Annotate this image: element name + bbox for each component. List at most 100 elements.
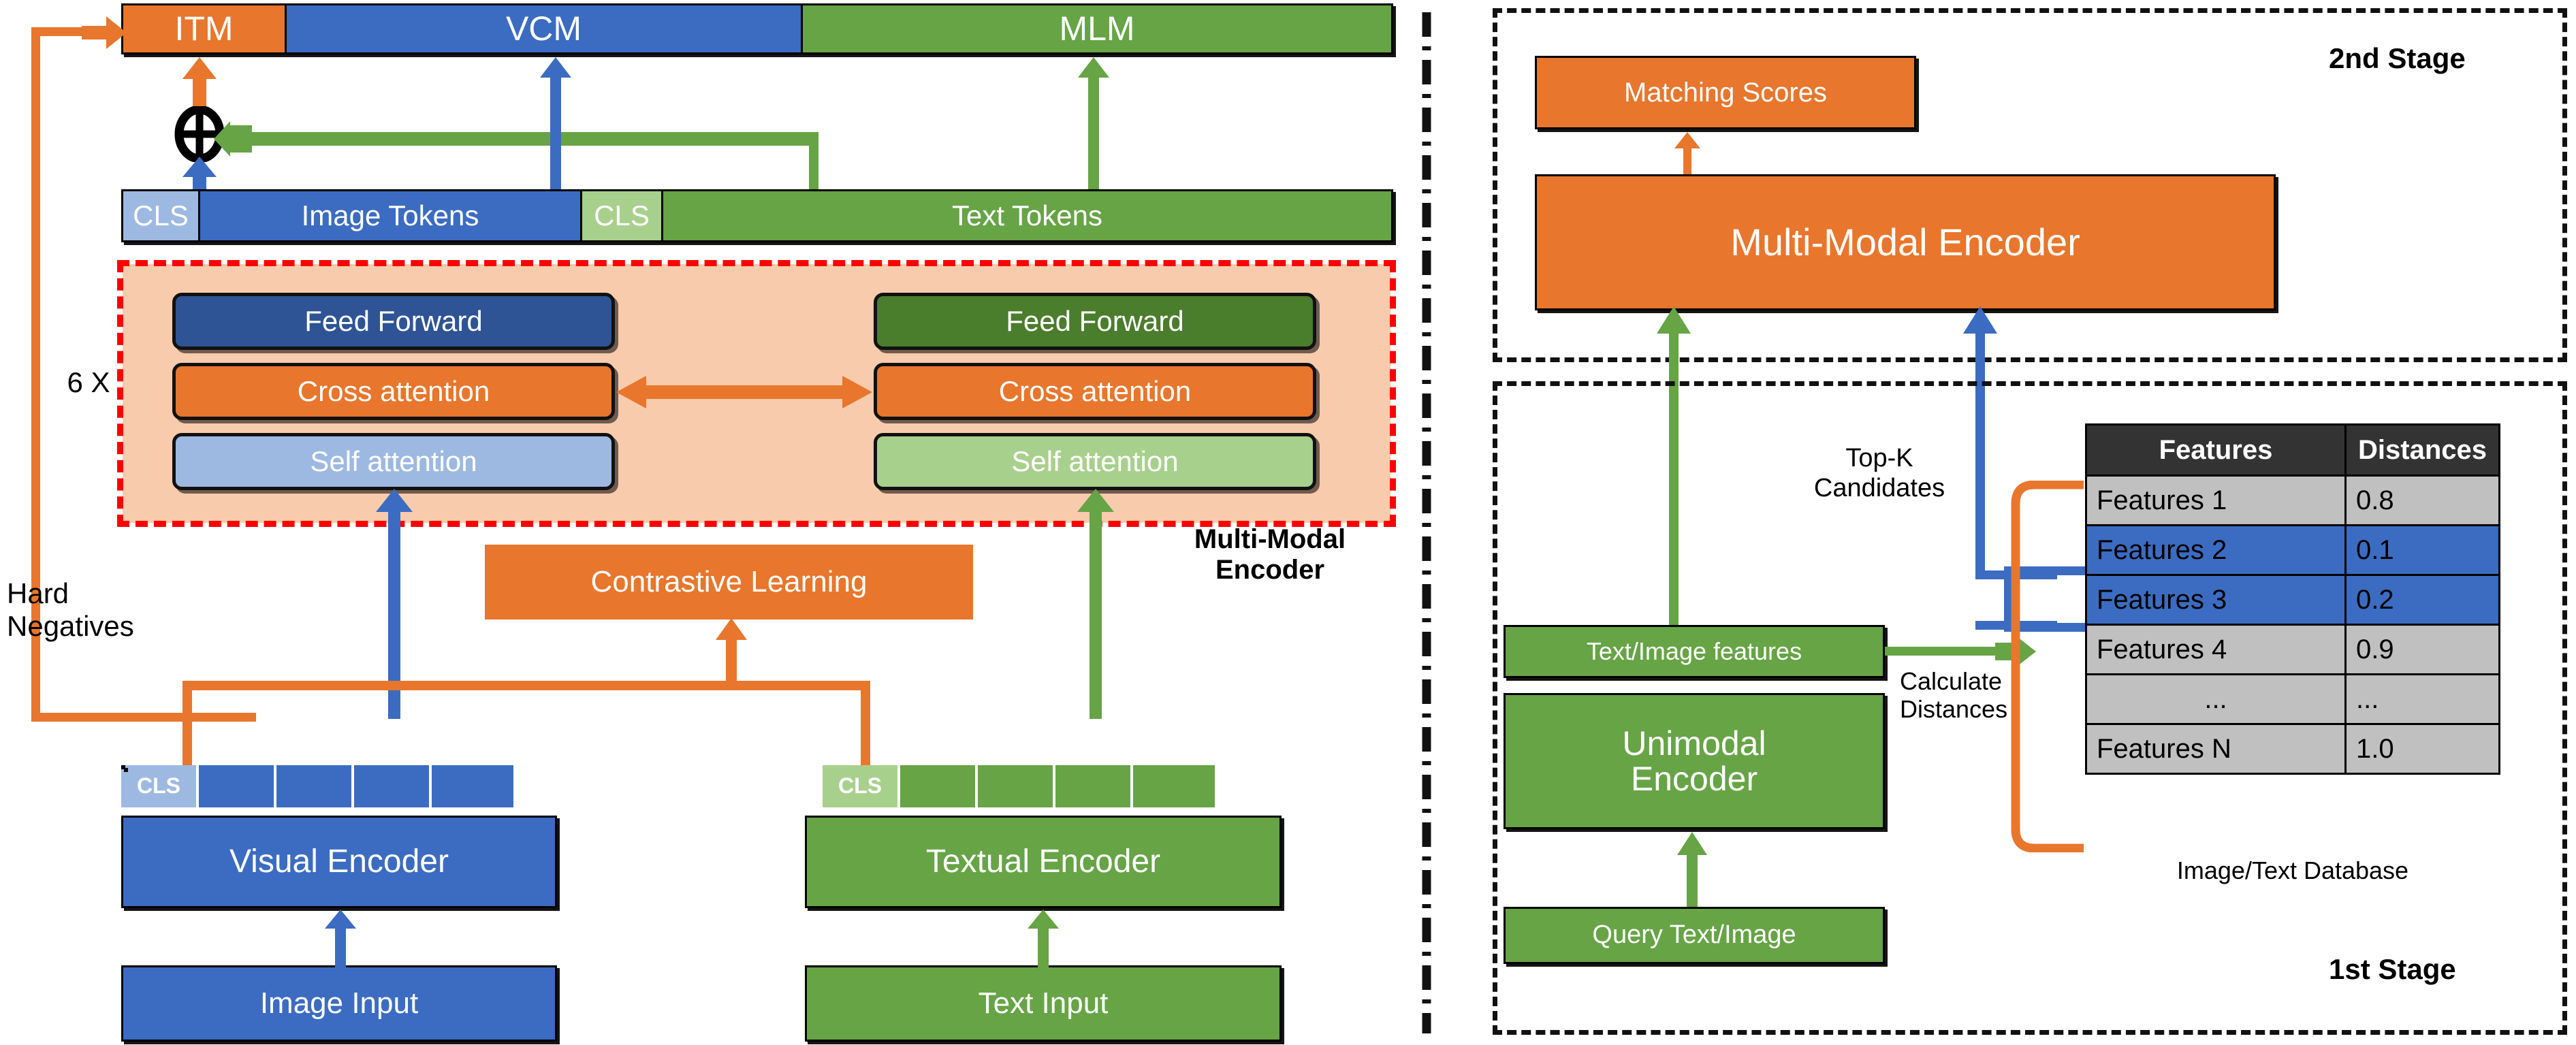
textual-encoder-label: Textual Encoder: [925, 843, 1161, 880]
arrow-into-itm: [82, 16, 127, 49]
matching-scores-label: Matching Scores: [1624, 78, 1827, 108]
stage1-label: 1st Stage: [2329, 953, 2456, 985]
textual-encoder[interactable]: Textual Encoder: [805, 816, 1282, 908]
table-body: Features 1 0.8 Features 2 0.1 Features 3…: [2085, 475, 2500, 775]
database-loop-bracket: [2011, 481, 2084, 852]
table-cell-feature: Features N: [2085, 723, 2347, 775]
token-text-cls[interactable]: CLS: [582, 191, 663, 240]
stage2-multimodal-encoder-label: Multi-Modal Encoder: [1730, 220, 2080, 263]
image-self-attention[interactable]: Self attention: [172, 433, 615, 490]
table-cell-distance: 0.1: [2344, 524, 2500, 576]
objectives-row: ITM VCM MLM: [121, 3, 1393, 54]
text-cross-attention[interactable]: Cross attention: [874, 363, 1316, 420]
text-feed-forward-label: Feed Forward: [1006, 304, 1184, 337]
arrow-query-to-unimodal: [1677, 832, 1707, 910]
objective-mlm-label: MLM: [1059, 10, 1135, 48]
text-token-cells: CLS: [823, 765, 1215, 807]
objective-itm-label: ITM: [174, 10, 234, 48]
text-self-attention[interactable]: Self attention: [874, 433, 1316, 490]
visual-encoder-box[interactable]: [121, 765, 125, 769]
arrow-encoder-to-matching-scores: [1674, 132, 1700, 176]
database-caption: Image/Text Database: [2176, 856, 2409, 884]
text-token-cell: [978, 765, 1053, 807]
text-image-features[interactable]: Text/Image features: [1504, 625, 1885, 678]
table-cell-distance: ...: [2344, 673, 2500, 725]
table-header-distances: Distances: [2344, 423, 2500, 477]
arrow-contrastive-up: [716, 618, 747, 688]
matching-scores[interactable]: Matching Scores: [1535, 56, 1916, 129]
table-header-features: Features: [2085, 423, 2347, 477]
unimodal-encoder-label: Unimodal Encoder: [1622, 724, 1766, 798]
image-cross-attention[interactable]: Cross attention: [172, 363, 615, 420]
unimodal-encoder[interactable]: Unimodal Encoder: [1504, 693, 1885, 829]
visual-token-cells: CLS: [121, 765, 513, 807]
calc-distance-line: [1885, 647, 2002, 656]
arrow-image-input-to-encoder: [325, 910, 356, 968]
multimodal-encoder-caption: Multi-Modal Encoder: [1194, 524, 1346, 585]
token-image-cls-label: CLS: [133, 199, 189, 231]
token-text-cls-label: CLS: [594, 199, 650, 231]
text-token-cell: [900, 765, 975, 807]
token-text-tokens[interactable]: Text Tokens: [663, 191, 1391, 240]
objective-vcm-label: VCM: [505, 10, 582, 48]
objective-itm[interactable]: ITM: [123, 5, 287, 52]
table-cell-feature: Features 1: [2085, 475, 2347, 526]
table-row[interactable]: Features 2 0.1: [2085, 524, 2500, 576]
objective-vcm[interactable]: VCM: [287, 5, 803, 52]
arrow-textual-to-self-attention: [1077, 489, 1114, 719]
text-cross-attention-label: Cross attention: [998, 374, 1192, 407]
text-cls-label: CLS: [838, 773, 882, 799]
image-input[interactable]: Image Input: [121, 965, 557, 1042]
visual-token-cell: [432, 765, 513, 807]
arrow-text-input-to-encoder: [1028, 910, 1059, 968]
stage2-multimodal-encoder[interactable]: Multi-Modal Encoder: [1535, 174, 2276, 310]
image-cross-attention-label: Cross attention: [297, 374, 490, 407]
visual-encoder-label: Visual Encoder: [229, 843, 449, 880]
image-self-attention-label: Self attention: [310, 445, 477, 477]
query-text-image[interactable]: Query Text/Image: [1504, 907, 1885, 964]
visual-token-cell: [199, 765, 274, 807]
table-row[interactable]: Features 1 0.8: [2085, 475, 2500, 526]
table-cell-feature: Features 3: [2085, 574, 2347, 626]
contrastive-feed-right-stub: [861, 681, 870, 769]
feature-table-wrapper: Features Distances Features 1 0.8 Featur…: [2085, 423, 2500, 775]
visual-cls-label: CLS: [137, 773, 180, 799]
green-feed-horizontal: [236, 132, 818, 146]
hard-negatives-label: Hard Negatives: [7, 577, 134, 643]
table-cell-feature: ...: [2085, 673, 2347, 725]
table-row[interactable]: Features 3 0.2: [2085, 574, 2500, 626]
diagram-root: ITM VCM MLM CLS Image Tokens CLS Text To…: [0, 0, 2576, 1045]
text-input[interactable]: Text Input: [805, 965, 1282, 1042]
visual-token-cell: [276, 765, 351, 807]
image-feed-forward[interactable]: Feed Forward: [172, 293, 615, 350]
token-image-tokens[interactable]: Image Tokens: [200, 191, 582, 240]
table-row[interactable]: Features 4 0.9: [2085, 624, 2500, 675]
table-cell-distance: 0.8: [2344, 475, 2500, 526]
contrastive-feed-horizontal: [182, 681, 870, 690]
contrastive-learning-label: Contrastive Learning: [590, 564, 868, 598]
table-row[interactable]: Features N 1.0: [2085, 723, 2500, 775]
token-text-tokens-label: Text Tokens: [951, 199, 1102, 231]
text-feed-forward[interactable]: Feed Forward: [874, 293, 1316, 350]
visual-encoder[interactable]: Visual Encoder: [121, 816, 557, 908]
contrastive-learning-box[interactable]: Contrastive Learning: [485, 545, 973, 620]
stage2-label: 2nd Stage: [2329, 42, 2466, 74]
text-token-cell: [1133, 765, 1215, 807]
token-image-tokens-label: Image Tokens: [301, 199, 479, 231]
text-token-cell: [1055, 765, 1130, 807]
hard-negatives-feedback-bottom: [31, 713, 256, 722]
visual-cls-cell[interactable]: CLS: [121, 765, 196, 807]
contrastive-feed-left-stub: [182, 681, 192, 769]
text-image-features-label: Text/Image features: [1586, 637, 1802, 666]
table-cell-distance: 0.2: [2344, 574, 2500, 626]
feature-table: Features Distances Features 1 0.8 Featur…: [2085, 423, 2500, 775]
text-cls-cell[interactable]: CLS: [823, 765, 897, 807]
arrow-topk-to-encoder: [1963, 306, 1997, 334]
repeat-count-label: 6 X: [67, 366, 110, 398]
visual-token-cell: [354, 765, 429, 807]
text-self-attention-label: Self attention: [1011, 445, 1179, 477]
table-row[interactable]: ... ...: [2085, 673, 2500, 725]
objective-mlm[interactable]: MLM: [803, 5, 1391, 52]
token-image-cls[interactable]: CLS: [123, 191, 200, 240]
token-row: CLS Image Tokens CLS Text Tokens: [121, 189, 1393, 242]
